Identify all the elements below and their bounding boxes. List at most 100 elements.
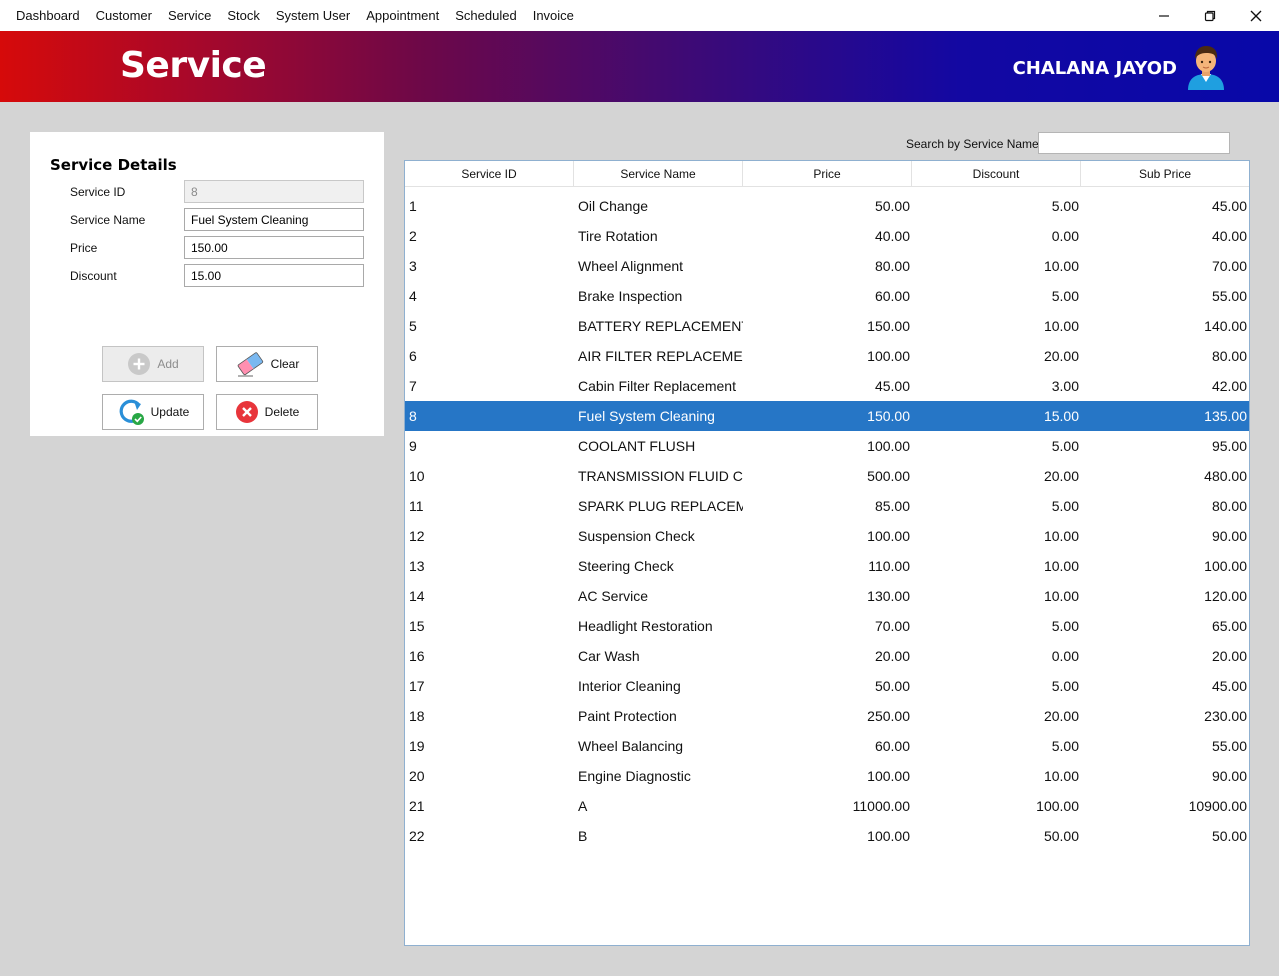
- cell-sub-price: 80.00: [1211, 498, 1247, 514]
- table-header: Service ID Service Name Price Discount S…: [405, 161, 1249, 187]
- cell-price: 40.00: [874, 228, 910, 244]
- search-input[interactable]: [1038, 132, 1230, 154]
- cell-discount: 10.00: [1043, 528, 1079, 544]
- column-header-sub-price[interactable]: Sub Price: [1081, 161, 1249, 187]
- column-header-price[interactable]: Price: [743, 161, 912, 187]
- menu-dashboard[interactable]: Dashboard: [8, 0, 88, 31]
- cell-discount: 20.00: [1043, 348, 1079, 364]
- menu-bar: Dashboard Customer Service Stock System …: [0, 0, 1279, 31]
- table-row[interactable]: 21 A 11000.00 100.00 10900.00: [405, 791, 1249, 821]
- table-row[interactable]: 14 AC Service 130.00 10.00 120.00: [405, 581, 1249, 611]
- cell-price: 20.00: [874, 648, 910, 664]
- discount-field[interactable]: [184, 264, 364, 287]
- table-row[interactable]: 22 B 100.00 50.00 50.00: [405, 821, 1249, 851]
- column-header-service-id[interactable]: Service ID: [405, 161, 574, 187]
- table-row[interactable]: 2 Tire Rotation 40.00 0.00 40.00: [405, 221, 1249, 251]
- cell-service-id: 21: [409, 798, 425, 814]
- cell-service-name: TRANSMISSION FLUID C...: [578, 468, 743, 484]
- table-row[interactable]: 8 Fuel System Cleaning 150.00 15.00 135.00: [405, 401, 1249, 431]
- cell-service-name: Engine Diagnostic: [578, 768, 691, 784]
- menu-service[interactable]: Service: [160, 0, 219, 31]
- cell-price: 11000.00: [852, 798, 910, 814]
- cell-discount: 5.00: [1051, 678, 1079, 694]
- restore-button[interactable]: [1187, 0, 1233, 31]
- menu-stock[interactable]: Stock: [219, 0, 268, 31]
- cell-service-id: 1: [409, 198, 417, 214]
- delete-icon: [235, 401, 258, 423]
- cell-service-id: 12: [409, 528, 425, 544]
- table-row[interactable]: 19 Wheel Balancing 60.00 5.00 55.00: [405, 731, 1249, 761]
- cell-service-name: Headlight Restoration: [578, 618, 713, 634]
- price-field[interactable]: [184, 236, 364, 259]
- table-row[interactable]: 9 COOLANT FLUSH 100.00 5.00 95.00: [405, 431, 1249, 461]
- table-row[interactable]: 10 TRANSMISSION FLUID C... 500.00 20.00 480.…: [405, 461, 1249, 491]
- eraser-icon: [237, 352, 263, 377]
- close-button[interactable]: [1233, 0, 1279, 31]
- column-header-discount[interactable]: Discount: [912, 161, 1081, 187]
- delete-button[interactable]: Delete: [216, 394, 318, 430]
- cell-discount: 5.00: [1051, 198, 1079, 214]
- table-row[interactable]: 5 BATTERY REPLACEMENT 150.00 10.00 140.00: [405, 311, 1249, 341]
- service-name-field[interactable]: [184, 208, 364, 231]
- table-row[interactable]: 3 Wheel Alignment 80.00 10.00 70.00: [405, 251, 1249, 281]
- cell-service-id: 6: [409, 348, 417, 364]
- minimize-button[interactable]: [1141, 0, 1187, 31]
- cell-price: 150.00: [867, 318, 910, 334]
- table-row[interactable]: 11 SPARK PLUG REPLACEM... 85.00 5.00 80.00: [405, 491, 1249, 521]
- cell-sub-price: 230.00: [1204, 708, 1247, 724]
- cell-sub-price: 90.00: [1211, 768, 1247, 784]
- cell-discount: 20.00: [1043, 708, 1079, 724]
- clear-button[interactable]: Clear: [216, 346, 318, 382]
- menu-appointment[interactable]: Appointment: [358, 0, 447, 31]
- cell-price: 85.00: [874, 498, 910, 514]
- cell-discount: 10.00: [1043, 588, 1079, 604]
- cell-service-name: Tire Rotation: [578, 228, 658, 244]
- table-row[interactable]: 20 Engine Diagnostic 100.00 10.00 90.00: [405, 761, 1249, 791]
- cell-price: 100.00: [867, 768, 910, 784]
- service-details-panel: Service Details Service ID Service Name …: [30, 132, 384, 436]
- services-table[interactable]: Service ID Service Name Price Discount S…: [404, 160, 1250, 946]
- cell-price: 50.00: [874, 678, 910, 694]
- cell-service-id: 15: [409, 618, 425, 634]
- add-button[interactable]: Add: [102, 346, 204, 382]
- cell-price: 100.00: [867, 528, 910, 544]
- cell-discount: 20.00: [1043, 468, 1079, 484]
- table-row[interactable]: 16 Car Wash 20.00 0.00 20.00: [405, 641, 1249, 671]
- table-row[interactable]: 13 Steering Check 110.00 10.00 100.00: [405, 551, 1249, 581]
- column-header-service-name[interactable]: Service Name: [574, 161, 743, 187]
- cell-discount: 15.00: [1043, 408, 1079, 424]
- update-button[interactable]: Update: [102, 394, 204, 430]
- cell-price: 110.00: [868, 558, 910, 574]
- table-row[interactable]: 12 Suspension Check 100.00 10.00 90.00: [405, 521, 1249, 551]
- menu-system-user[interactable]: System User: [268, 0, 358, 31]
- cell-discount: 10.00: [1043, 558, 1079, 574]
- cell-service-name: Fuel System Cleaning: [578, 408, 715, 424]
- cell-sub-price: 20.00: [1211, 648, 1247, 664]
- cell-price: 250.00: [867, 708, 910, 724]
- table-row[interactable]: 18 Paint Protection 250.00 20.00 230.00: [405, 701, 1249, 731]
- price-label: Price: [70, 241, 98, 255]
- cell-service-id: 13: [409, 558, 425, 574]
- cell-service-id: 17: [409, 678, 425, 694]
- menu-scheduled[interactable]: Scheduled: [447, 0, 524, 31]
- header-banner: Service CHALANA JAYOD: [0, 31, 1279, 102]
- table-row[interactable]: 17 Interior Cleaning 50.00 5.00 45.00: [405, 671, 1249, 701]
- cell-sub-price: 65.00: [1211, 618, 1247, 634]
- table-row[interactable]: 4 Brake Inspection 60.00 5.00 55.00: [405, 281, 1249, 311]
- cell-service-id: 8: [409, 408, 417, 424]
- minimize-icon: [1159, 14, 1169, 17]
- table-row[interactable]: 6 AIR FILTER REPLACEMENT 100.00 20.00 80.00: [405, 341, 1249, 371]
- menu-invoice[interactable]: Invoice: [525, 0, 582, 31]
- table-row[interactable]: 7 Cabin Filter Replacement 45.00 3.00 42.00: [405, 371, 1249, 401]
- refresh-icon: [119, 399, 144, 425]
- user-avatar-icon: [1188, 46, 1224, 90]
- page-title: Service: [120, 45, 267, 86]
- cell-discount: 5.00: [1051, 438, 1079, 454]
- table-row[interactable]: 15 Headlight Restoration 70.00 5.00 65.00: [405, 611, 1249, 641]
- menu-customer[interactable]: Customer: [88, 0, 160, 31]
- clear-label: Clear: [270, 357, 300, 371]
- cell-sub-price: 55.00: [1211, 288, 1247, 304]
- table-row[interactable]: 1 Oil Change 50.00 5.00 45.00: [405, 191, 1249, 221]
- cell-price: 60.00: [874, 738, 910, 754]
- service-id-field: [184, 180, 364, 203]
